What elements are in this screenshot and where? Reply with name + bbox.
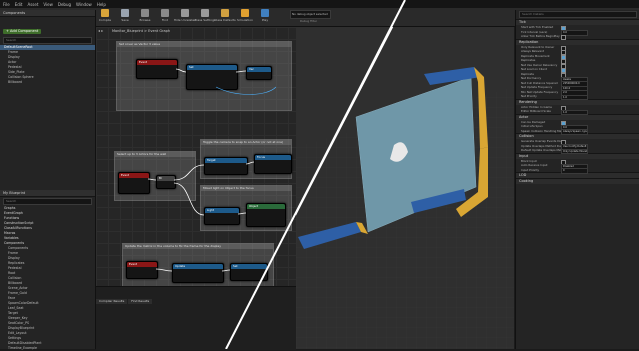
hide-unrelated-button[interactable]: Hide Unrelated	[174, 9, 196, 23]
details-panel: Search Details Tick Start with Tick Enabl…	[515, 10, 639, 349]
property-label: Spawn Collision Handling Method	[521, 128, 561, 133]
tab-find-results[interactable]: Find Results	[128, 299, 153, 304]
my-blueprint-tree: Graphs EventGraph Functions ConstructionScr…	[0, 206, 95, 351]
property-label: Allow Tick Before BeginPlay	[521, 34, 560, 38]
graph-node[interactable]: Event	[126, 261, 158, 279]
graph-node[interactable]: Vec	[246, 66, 272, 80]
hide-unrelated-label: Hide Unrelated	[173, 18, 197, 22]
add-component-button[interactable]: + Add Component	[3, 29, 42, 34]
graph-node[interactable]: Event	[136, 59, 178, 79]
compile-button[interactable]: Compile	[98, 9, 112, 23]
find-button[interactable]: Find	[158, 9, 172, 23]
menu-item[interactable]: Asset	[27, 2, 38, 7]
menu-item[interactable]: File	[3, 2, 10, 7]
details-property: Input Priority 0	[516, 167, 639, 174]
details-property: Default Update Overlaps MethodOnly Updat…	[516, 148, 639, 154]
details-property: Spawn Collision Handling MethodAlways Sp…	[516, 128, 639, 135]
browse-icon	[141, 9, 149, 17]
property-checkbox[interactable]	[561, 35, 566, 40]
property-label: Default Update Overlaps Method	[521, 148, 561, 152]
left-panels: Components + Add Component Search Defaul…	[0, 10, 96, 351]
property-value-field[interactable]: 1.0	[561, 109, 588, 115]
tab-compiler-results[interactable]: Compiler Results	[96, 299, 128, 304]
menu-item[interactable]: View	[43, 2, 53, 7]
menu-item[interactable]: Window	[76, 2, 92, 7]
save-label: Save	[121, 18, 129, 22]
hide-unrelated-icon	[181, 9, 189, 17]
details-property: Allow Tick Before BeginPlay	[516, 34, 639, 40]
compile-icon	[101, 9, 109, 17]
class-defaults-button[interactable]: Class Defaults	[214, 9, 236, 23]
save-button[interactable]: Save	[118, 9, 132, 23]
menu-item[interactable]: Help	[97, 2, 106, 7]
property-label: Net Priority	[521, 94, 537, 98]
graph-node[interactable]: Focus	[254, 154, 292, 174]
class-settings-button[interactable]: Class Settings	[194, 9, 216, 23]
details-property: Net Priority 1.0	[516, 94, 639, 100]
property-label: Input Priority	[521, 167, 540, 172]
browse-button[interactable]: Browse	[138, 9, 152, 23]
graph-node[interactable]: Set	[230, 263, 268, 281]
components-search[interactable]: Search	[3, 37, 92, 44]
my-blueprint-header: My Blueprint	[0, 190, 95, 197]
graph-node[interactable]: Light	[204, 207, 240, 225]
debug-filter-dropdown[interactable]: No debug object selected	[290, 10, 331, 19]
simulation-icon	[241, 9, 249, 17]
class-defaults-icon	[221, 9, 229, 17]
play-button[interactable]: Play	[258, 9, 272, 23]
menu-item[interactable]: Debug	[58, 2, 71, 7]
property-value-field[interactable]: Only Update Movable	[561, 148, 588, 154]
split-divider	[296, 27, 394, 216]
menu-item[interactable]: Edit	[15, 2, 23, 7]
property-value-field[interactable]: Always Spawn, Ignore Collisions	[561, 129, 588, 135]
graph-node[interactable]: Set	[186, 64, 238, 90]
class-settings-icon	[201, 9, 209, 17]
simulation-button[interactable]: Simulation	[237, 9, 253, 23]
browse-label: Browse	[139, 18, 151, 22]
menu-bar: File Edit Asset View Debug Window Help	[0, 0, 639, 8]
compile-label: Compile	[98, 18, 112, 22]
viewport[interactable]	[296, 27, 514, 349]
class-settings-label: Class Settings	[194, 18, 216, 22]
nav-arrows-icon[interactable]: ◂ ▸	[98, 28, 110, 33]
play-label: Play	[261, 18, 269, 22]
debug-filter-label: Debug Filter	[300, 19, 318, 23]
graph-breadcrumb: Monitor_Blueprint > Event Graph	[112, 29, 171, 33]
details-section-header[interactable]: Cooking	[516, 178, 639, 184]
property-value-field[interactable]: 0	[561, 168, 588, 174]
play-icon	[261, 9, 269, 17]
class-defaults-label: Class Defaults	[214, 18, 236, 22]
graph-node[interactable]: Update	[172, 263, 224, 283]
my-blueprint-search[interactable]: Search	[3, 198, 92, 205]
compiler-results-panel: Compiler Results Find Results	[96, 286, 296, 350]
property-label: Editor Billboard Scale	[521, 109, 551, 113]
components-tree: DefaultSceneRoot Frame Display Actor Pedesta…	[0, 45, 95, 85]
graph-node[interactable]: Target	[204, 157, 248, 175]
components-header: Components	[0, 10, 95, 17]
find-icon	[161, 9, 169, 17]
save-icon	[121, 9, 129, 17]
find-label: Find	[161, 18, 169, 22]
property-value-field[interactable]: 1.0	[561, 94, 588, 100]
details-search[interactable]: Search Details	[519, 11, 637, 18]
simulation-label: Simulation	[237, 18, 253, 22]
graph-node[interactable]: Event	[118, 172, 150, 194]
graph-node[interactable]: Object	[246, 203, 286, 227]
details-property: Editor Billboard Scale 1.0	[516, 109, 639, 115]
graph-node[interactable]: Br	[156, 175, 176, 189]
